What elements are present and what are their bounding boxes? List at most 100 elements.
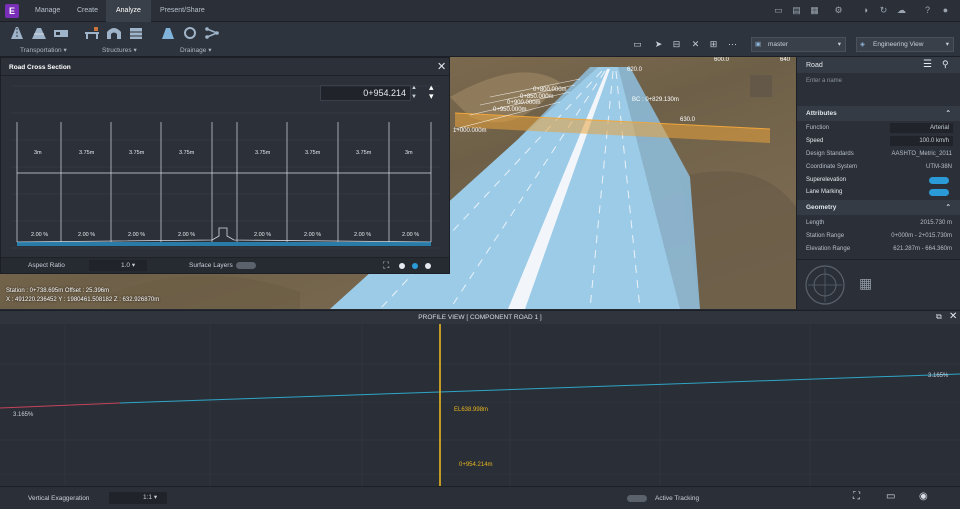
group-structures[interactable]: Structures ▾	[102, 46, 137, 54]
name-input[interactable]: Enter a name	[806, 78, 842, 84]
station-range-label: Station Range	[806, 233, 845, 239]
monitor-icon[interactable]: ▭	[631, 39, 644, 50]
help-icon[interactable]: ?	[922, 5, 933, 16]
length-label: Length	[806, 220, 825, 226]
grid-icon[interactable]: ▦	[809, 5, 820, 16]
window-icon[interactable]: ▭	[886, 491, 895, 502]
vertical-exaggeration-dropdown[interactable]: 1:1 ▾	[109, 492, 167, 504]
elevation-label: 630.0	[680, 117, 696, 123]
slope-label: 2.00 %	[304, 232, 322, 238]
lane-width-label: 3m	[405, 150, 413, 156]
station-readout: 0+954.214m	[459, 462, 493, 468]
drainage-icon[interactable]	[160, 26, 176, 40]
calculator-icon[interactable]: ▦	[859, 275, 872, 292]
station-label: 0+800.000m	[533, 87, 567, 93]
pin-icon[interactable]: ⚲	[942, 59, 949, 70]
view-dropdown[interactable]: ◈ Engineering View ▾	[856, 37, 954, 52]
restore-icon[interactable]: ⧉	[936, 312, 942, 322]
lane-width-label: 3.75m	[129, 150, 145, 156]
elevation-readout: EL638.998m	[454, 407, 489, 413]
speed-label: Speed	[806, 138, 824, 144]
active-tracking-toggle[interactable]	[627, 495, 647, 502]
aspect-ratio-label: Aspect Ratio	[28, 262, 65, 269]
function-dropdown[interactable]: Arterial	[890, 123, 953, 133]
station-range-value: 0+000m - 2+015.730m	[891, 233, 952, 239]
properties-panel: Road ☰ ⚲ Enter a name Attributes ⌃ Functi…	[796, 57, 960, 309]
gear-icon[interactable]: ⚙	[833, 5, 844, 16]
tunnel-icon[interactable]	[106, 26, 122, 40]
slope-label: 2.00 %	[254, 232, 272, 238]
surface-layers-toggle[interactable]	[236, 262, 256, 269]
slope-label: 2.00 %	[78, 232, 96, 238]
function-label: Function	[806, 125, 830, 131]
station-label: 0+950.000m	[493, 107, 527, 113]
bc-label: BC : 0+829.130m	[632, 97, 679, 103]
aspect-ratio-dropdown[interactable]: 1.0 ▾	[89, 260, 147, 271]
fit-icon[interactable]: ⛶	[853, 491, 860, 502]
chevron-down-icon: ▾	[131, 262, 136, 269]
design-standards-value[interactable]: AASHTO_Metric_2011	[892, 151, 952, 157]
lane-marking-label: Lane Marking	[806, 189, 843, 195]
globe-icon[interactable]: ◑	[860, 5, 871, 16]
grade-label: 3.165%	[928, 373, 949, 379]
proposal-dropdown[interactable]: ▣ master ▾	[751, 37, 846, 52]
cross-section-chart	[11, 85, 441, 249]
chevron-down-icon: ▾	[133, 47, 137, 54]
group-drainage[interactable]: Drainage ▾	[180, 46, 211, 54]
menu-icon[interactable]: ☰	[923, 59, 932, 70]
settings-icon[interactable]: ⋯	[726, 39, 739, 50]
fit-icon[interactable]: ⛶	[383, 260, 389, 271]
cloud-icon[interactable]: ☁	[896, 5, 907, 16]
profile-view[interactable]: PROFILE VIEW [ COMPONENT ROAD 1 ] ⧉ ✕ 3.…	[0, 310, 960, 487]
tab-present-share[interactable]: Present/Share	[150, 0, 215, 22]
close-icon[interactable]: ✕	[949, 311, 957, 322]
coordinate-system-value[interactable]: UTM-38N	[926, 164, 952, 170]
user-icon[interactable]: ●	[940, 5, 951, 16]
intersection-icon[interactable]	[31, 26, 47, 40]
tab-analyze[interactable]: Analyze	[106, 0, 151, 22]
slope-label: 2.00 %	[31, 232, 49, 238]
proposal-icon: ▣	[755, 41, 762, 48]
elevation-label: 640	[780, 57, 791, 63]
tab-create[interactable]: Create	[67, 0, 108, 22]
attributes-header[interactable]: Attributes ⌃	[797, 106, 960, 121]
app-logo[interactable]: E	[5, 4, 19, 18]
divider	[797, 259, 960, 260]
slope-label: 2.00 %	[128, 232, 146, 238]
chevron-up-icon: ⌃	[945, 110, 951, 117]
tab-manage[interactable]: Manage	[25, 0, 70, 22]
superelevation-toggle[interactable]	[929, 177, 949, 184]
slope-label: 2.00 %	[354, 232, 372, 238]
speed-input[interactable]: 100.0 km/h	[890, 136, 953, 146]
vertical-exaggeration-label: Vertical Exaggeration	[28, 495, 90, 502]
station-readout: Station : 0+738.695m Offset : 25.396m	[6, 288, 110, 294]
design-standards-label: Design Standards	[806, 151, 854, 157]
wall-icon[interactable]	[128, 26, 144, 40]
window-icon[interactable]: ▭	[773, 5, 784, 16]
railway-icon[interactable]	[53, 26, 69, 40]
chevron-down-icon: ▾	[208, 47, 212, 54]
network-icon[interactable]	[204, 26, 220, 40]
layers-icon[interactable]: ▤	[791, 5, 802, 16]
eye-icon[interactable]: ◉	[919, 491, 928, 502]
profile-toolbar: Vertical Exaggeration 1:1 ▾ Active Track…	[0, 486, 960, 509]
pipe-icon[interactable]	[182, 26, 198, 40]
lane-width-label: 3.75m	[356, 150, 372, 156]
geometry-header[interactable]: Geometry ⌃	[797, 200, 960, 215]
pointer-icon[interactable]: ➤	[652, 39, 665, 50]
tools-icon[interactable]: ✕	[689, 39, 702, 50]
lane-width-label: 3.75m	[305, 150, 321, 156]
lane-marking-toggle[interactable]	[929, 189, 949, 196]
compass-icon[interactable]	[804, 264, 846, 306]
panel-title: Road	[806, 62, 823, 69]
page-dot-active[interactable]	[412, 263, 418, 269]
page-dot[interactable]	[399, 263, 405, 269]
page-dot[interactable]	[425, 263, 431, 269]
close-icon[interactable]: ✕	[437, 60, 446, 73]
bridge-icon[interactable]	[84, 26, 100, 40]
measure-icon[interactable]: ⊟	[670, 39, 683, 50]
transform-icon[interactable]: ⊞	[707, 39, 720, 50]
road-icon[interactable]	[9, 26, 25, 40]
group-transportation[interactable]: Transportation ▾	[20, 46, 67, 54]
refresh-icon[interactable]: ↻	[878, 5, 889, 16]
